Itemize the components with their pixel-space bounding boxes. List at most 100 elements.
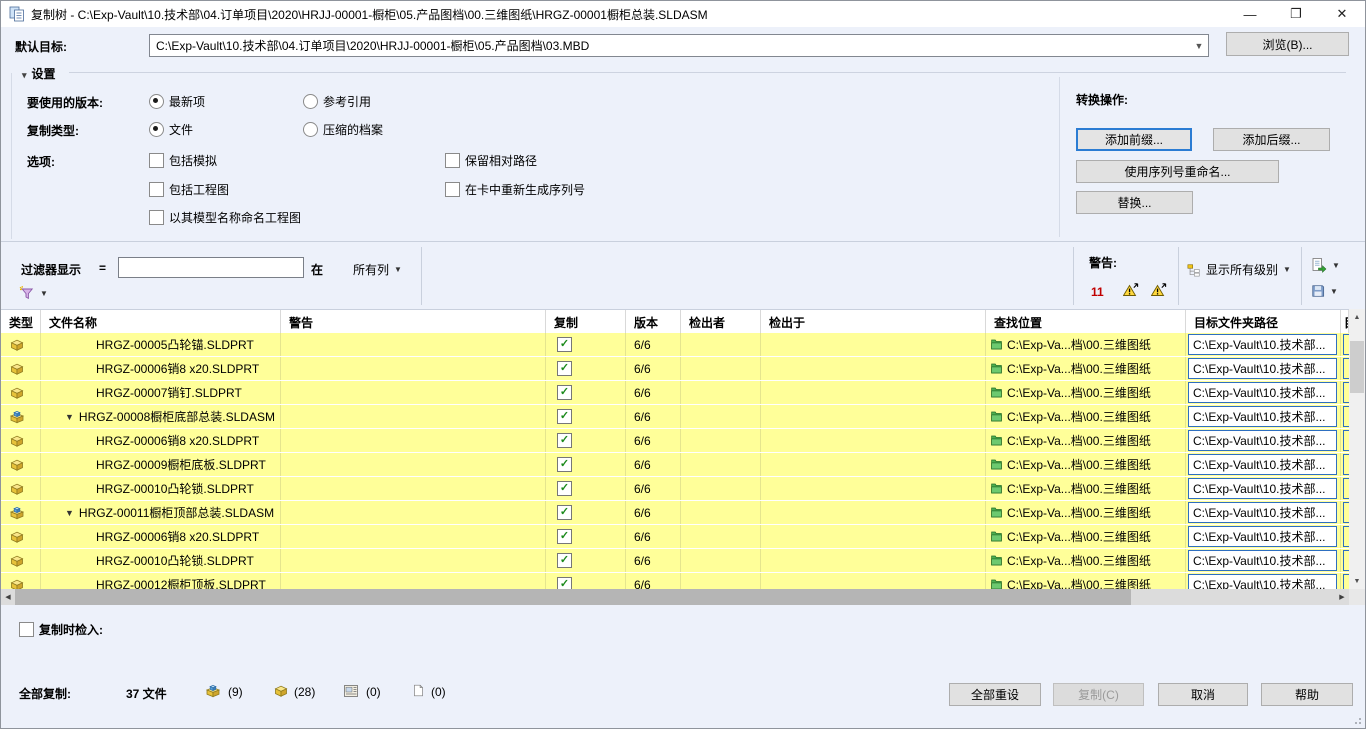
checkbox-icon[interactable] xyxy=(149,182,164,197)
target-name-cell[interactable] xyxy=(1341,573,1349,589)
target-name-cell[interactable] xyxy=(1341,501,1349,524)
copy-checkbox[interactable]: ✓ xyxy=(557,529,572,544)
copy-cell[interactable]: ✓ xyxy=(546,549,626,572)
radio-icon[interactable] xyxy=(303,122,318,137)
rename-with-serial-button[interactable]: 使用序列号重命名... xyxy=(1076,160,1279,183)
table-row[interactable]: HRGZ-00010凸轮锁.SLDPRT✓6/6C:\Exp-Va...档\00… xyxy=(1,477,1349,500)
target-name-cell[interactable] xyxy=(1341,453,1349,476)
file-name-cell[interactable]: HRGZ-00010凸轮锁.SLDPRT xyxy=(41,477,281,500)
add-prefix-button[interactable]: 添加前缀... xyxy=(1076,128,1192,151)
scroll-left-arrow[interactable]: ◀ xyxy=(1,589,15,605)
checkbox-include-simulation[interactable]: 包括模拟 xyxy=(149,152,217,169)
expand-arrow-icon[interactable]: ▼ xyxy=(65,412,74,422)
target-name-cell[interactable] xyxy=(1341,333,1349,356)
file-name-cell[interactable]: HRGZ-00010凸轮锁.SLDPRT xyxy=(41,549,281,572)
filter-column-selector[interactable]: 所有列▼ xyxy=(353,261,402,278)
file-name-cell[interactable]: HRGZ-00012橱柜顶板.SLDPRT xyxy=(41,573,281,589)
file-name-cell[interactable]: HRGZ-00009橱柜底板.SLDPRT xyxy=(41,453,281,476)
file-name-cell[interactable]: ▼HRGZ-00011橱柜顶部总装.SLDASM xyxy=(41,501,281,524)
vertical-scroll-thumb[interactable] xyxy=(1350,341,1364,393)
radio-referenced[interactable]: 参考引用 xyxy=(303,93,371,110)
scroll-right-arrow[interactable]: ▶ xyxy=(1335,589,1349,605)
table-row[interactable]: ▼HRGZ-00011橱柜顶部总装.SLDASM✓6/6C:\Exp-Va...… xyxy=(1,501,1349,524)
copy-checkbox[interactable]: ✓ xyxy=(557,481,572,496)
file-name-cell[interactable]: HRGZ-00006销8 x20.SLDPRT xyxy=(41,429,281,452)
checkbox-icon[interactable] xyxy=(445,153,460,168)
replace-button[interactable]: 替换... xyxy=(1076,191,1193,214)
copy-cell[interactable]: ✓ xyxy=(546,453,626,476)
file-name-cell[interactable]: HRGZ-00006销8 x20.SLDPRT xyxy=(41,525,281,548)
copy-checkbox[interactable]: ✓ xyxy=(557,409,572,424)
checkbox-icon[interactable] xyxy=(149,153,164,168)
browse-button[interactable]: 浏览(B)... xyxy=(1226,32,1349,56)
col-header-warning[interactable]: 警告 xyxy=(281,310,546,334)
settings-group-header[interactable]: ▾设置 xyxy=(22,65,56,82)
reset-all-button[interactable]: 全部重设 xyxy=(949,683,1041,706)
file-name-cell[interactable]: ▼HRGZ-00008橱柜底部总装.SLDASM xyxy=(41,405,281,428)
col-header-target-folder[interactable]: 目标文件夹路径 xyxy=(1186,310,1341,334)
show-levels-dropdown[interactable]: 显示所有级别 ▼ xyxy=(1187,261,1291,278)
copy-checkbox[interactable]: ✓ xyxy=(557,385,572,400)
table-row[interactable]: HRGZ-00007销钉.SLDPRT✓6/6C:\Exp-Va...档\00.… xyxy=(1,381,1349,404)
radio-icon[interactable] xyxy=(149,122,164,137)
target-name-cell[interactable] xyxy=(1341,477,1349,500)
copy-cell[interactable]: ✓ xyxy=(546,381,626,404)
table-row[interactable]: HRGZ-00010凸轮锁.SLDPRT✓6/6C:\Exp-Va...档\00… xyxy=(1,549,1349,572)
checkbox-regenerate-serial[interactable]: 在卡中重新生成序列号 xyxy=(445,181,585,198)
target-name-cell[interactable] xyxy=(1341,357,1349,380)
radio-icon[interactable] xyxy=(149,94,164,109)
table-row[interactable]: HRGZ-00005凸轮锚.SLDPRT✓6/6C:\Exp-Va...档\00… xyxy=(1,333,1349,356)
col-header-filename[interactable]: 文件名称 xyxy=(41,310,281,334)
checkbox-icon[interactable] xyxy=(19,622,34,637)
checkbox-include-drawings[interactable]: 包括工程图 xyxy=(149,181,229,198)
filter-operator[interactable]: = xyxy=(99,261,106,275)
resize-grip[interactable] xyxy=(1351,714,1361,724)
table-row[interactable]: ▼HRGZ-00008橱柜底部总装.SLDASM✓6/6C:\Exp-Va...… xyxy=(1,405,1349,428)
copy-checkbox[interactable]: ✓ xyxy=(557,433,572,448)
radio-icon[interactable] xyxy=(303,94,318,109)
table-row[interactable]: HRGZ-00012橱柜顶板.SLDPRT✓6/6C:\Exp-Va...档\0… xyxy=(1,573,1349,589)
save-dropdown[interactable]: ▼ xyxy=(1311,284,1338,298)
copy-checkbox[interactable]: ✓ xyxy=(557,337,572,352)
file-name-cell[interactable]: HRGZ-00007销钉.SLDPRT xyxy=(41,381,281,404)
copy-cell[interactable]: ✓ xyxy=(546,573,626,589)
target-name-cell[interactable] xyxy=(1341,549,1349,572)
target-name-cell[interactable] xyxy=(1341,381,1349,404)
file-name-cell[interactable]: HRGZ-00006销8 x20.SLDPRT xyxy=(41,357,281,380)
checkbox-preserve-relative-paths[interactable]: 保留相对路径 xyxy=(445,152,537,169)
radio-compressed-archive[interactable]: 压缩的档案 xyxy=(303,121,383,138)
target-folder-cell[interactable]: C:\Exp-Vault\10.技术部... xyxy=(1186,525,1341,548)
close-button[interactable]: ✕ xyxy=(1319,1,1365,27)
copy-checkbox[interactable]: ✓ xyxy=(557,505,572,520)
horizontal-scrollbar[interactable]: ◀ ▶ xyxy=(1,589,1349,605)
copy-checkbox[interactable]: ✓ xyxy=(557,361,572,376)
scroll-down-arrow[interactable]: ▼ xyxy=(1349,573,1365,589)
export-dropdown[interactable]: ▼ xyxy=(1311,257,1340,273)
target-folder-cell[interactable]: C:\Exp-Vault\10.技术部... xyxy=(1186,453,1341,476)
chevron-down-icon[interactable]: ▼ xyxy=(1190,41,1208,51)
filter-input[interactable] xyxy=(118,257,304,278)
warning-icon[interactable] xyxy=(1123,282,1139,298)
add-suffix-button[interactable]: 添加后缀... xyxy=(1213,128,1330,151)
checkbox-icon[interactable] xyxy=(445,182,460,197)
table-row[interactable]: HRGZ-00009橱柜底板.SLDPRT✓6/6C:\Exp-Va...档\0… xyxy=(1,453,1349,476)
target-folder-cell[interactable]: C:\Exp-Vault\10.技术部... xyxy=(1186,381,1341,404)
target-name-cell[interactable] xyxy=(1341,405,1349,428)
checkin-on-copy[interactable]: 复制时检入: xyxy=(19,621,103,638)
copy-cell[interactable]: ✓ xyxy=(546,477,626,500)
target-folder-cell[interactable]: C:\Exp-Vault\10.技术部... xyxy=(1186,357,1341,380)
copy-cell[interactable]: ✓ xyxy=(546,525,626,548)
col-header-version[interactable]: 版本 xyxy=(626,310,681,334)
warning-icon[interactable] xyxy=(1151,282,1167,298)
copy-checkbox[interactable]: ✓ xyxy=(557,457,572,472)
table-row[interactable]: HRGZ-00006销8 x20.SLDPRT✓6/6C:\Exp-Va...档… xyxy=(1,525,1349,548)
filter-funnel-dropdown[interactable]: ▼ xyxy=(19,285,48,301)
copy-cell[interactable]: ✓ xyxy=(546,357,626,380)
copy-checkbox[interactable]: ✓ xyxy=(557,577,572,589)
target-name-cell[interactable] xyxy=(1341,525,1349,548)
target-folder-cell[interactable]: C:\Exp-Vault\10.技术部... xyxy=(1186,429,1341,452)
expand-arrow-icon[interactable]: ▼ xyxy=(65,508,74,518)
copy-cell[interactable]: ✓ xyxy=(546,501,626,524)
file-name-cell[interactable]: HRGZ-00005凸轮锚.SLDPRT xyxy=(41,333,281,356)
radio-files[interactable]: 文件 xyxy=(149,121,193,138)
